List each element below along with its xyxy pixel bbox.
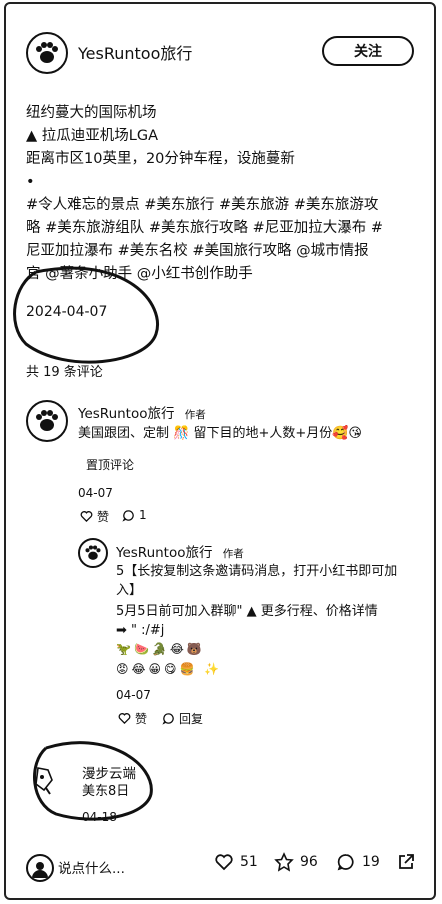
- comment-icon: [162, 713, 174, 725]
- heart-icon: [118, 713, 131, 725]
- comment-date: 04-07: [78, 486, 113, 500]
- share-icon: [399, 854, 414, 869]
- comment-date: 04-18: [82, 810, 117, 824]
- post-header: YesRuntoo旅行 关注: [6, 4, 434, 90]
- heart-icon: [80, 511, 93, 523]
- like-button[interactable]: 51: [214, 852, 258, 872]
- reply-label: 回复: [179, 712, 204, 726]
- comment-avatar[interactable]: [26, 400, 68, 442]
- post-line: •: [26, 174, 35, 190]
- reply-author[interactable]: YesRuntoo旅行 作者: [116, 541, 244, 561]
- star-icon: [274, 852, 294, 872]
- like-button[interactable]: 赞: [118, 710, 147, 727]
- comment-author-name[interactable]: 漫步云端: [82, 762, 136, 782]
- reply-author-name: YesRuntoo旅行: [116, 545, 213, 561]
- paw-icon: [85, 545, 101, 560]
- reply-button[interactable]: 1: [122, 508, 147, 522]
- author-badge: 作者: [222, 548, 244, 560]
- comment-button[interactable]: 19: [336, 852, 380, 872]
- heart-icon: [215, 854, 233, 871]
- user-avatar-icon: [32, 862, 48, 878]
- comment-icon: [337, 854, 354, 871]
- like-label: 赞: [135, 712, 148, 726]
- reply-count: 1: [139, 508, 147, 522]
- post-tags[interactable]: #令人难忘的景点 #美东旅行 #美东旅游 #美东旅游攻: [26, 194, 418, 217]
- post-content: 纽约蔓大的国际机场 ▲ 拉瓜迪亚机场LGA 距离市区10英里，20分钟车程，设施…: [26, 102, 418, 286]
- reply-avatar[interactable]: [78, 538, 108, 568]
- reply-text-line: 5【长按复制这条邀请码消息，打开小红书即可加: [116, 564, 398, 579]
- comment-count: 19: [362, 854, 380, 870]
- star-button[interactable]: 96: [274, 852, 318, 872]
- follow-button[interactable]: 关注: [322, 36, 414, 66]
- like-button[interactable]: 赞: [80, 508, 109, 525]
- comment-text: 美东8日: [82, 784, 130, 799]
- share-button[interactable]: [396, 852, 416, 872]
- pinned-label: 置顶评论: [86, 458, 135, 472]
- author-badge: 作者: [184, 409, 206, 421]
- app-frame: YesRuntoo旅行 关注 纽约蔓大的国际机场 ▲ 拉瓜迪亚机场LGA 距离市…: [4, 2, 436, 900]
- comment-author-name: YesRuntoo旅行: [78, 406, 175, 422]
- reply-button[interactable]: 回复: [162, 710, 203, 727]
- reply-date: 04-07: [116, 688, 151, 702]
- author-avatar[interactable]: [26, 32, 68, 74]
- post-tags[interactable]: 略 #美东旅游组队 #美东旅行攻略 #尼亚加拉大瀑布 #: [26, 217, 418, 240]
- author-name[interactable]: YesRuntoo旅行: [78, 40, 192, 64]
- comment-input[interactable]: 说点什么...: [58, 857, 125, 877]
- post-tags[interactable]: 官 @薯条小助手 @小红书创作助手: [26, 263, 418, 286]
- reply-text-line: 5月5日前可加入群聊" ▲ 更多行程、价格详情: [116, 604, 378, 619]
- comment-avatar[interactable]: [26, 760, 64, 798]
- reply-text-line: ➡ " :/#j: [116, 623, 165, 638]
- like-count: 51: [240, 854, 258, 870]
- post-line: ▲ 拉瓜迪亚机场LGA: [26, 128, 158, 144]
- paw-icon: [36, 42, 58, 63]
- comment-icon: [122, 509, 134, 522]
- reply-text-line: 入】: [116, 583, 143, 598]
- comments-count: 共 19 条评论: [26, 365, 103, 380]
- post-tags[interactable]: 尼亚加拉瀑布 #美东名校 #美国旅行攻略 @城市情报: [26, 240, 418, 263]
- bottom-action-bar: 说点什么... 51 96 19: [6, 840, 434, 892]
- comment-author[interactable]: YesRuntoo旅行 作者: [78, 402, 206, 422]
- post-line: 纽约蔓大的国际机场: [26, 105, 157, 121]
- post-line: 距离市区10英里，20分钟车程，设施蔓新: [26, 151, 295, 167]
- paw-icon: [36, 410, 58, 431]
- star-count: 96: [300, 854, 318, 870]
- emoji-row: 🦖🍉🐊😂🐻: [116, 642, 205, 656]
- like-label: 赞: [97, 510, 110, 524]
- comment-text: 美国跟团、定制 🎊 留下目的地+人数+月份🥰😘: [78, 426, 362, 441]
- user-avatar: [26, 854, 54, 882]
- cartoon-avatar-icon: [35, 767, 53, 795]
- post-date: 2024-04-07: [26, 304, 108, 320]
- emoji-row: 😡😂😀😋🍔 ✨: [116, 662, 223, 676]
